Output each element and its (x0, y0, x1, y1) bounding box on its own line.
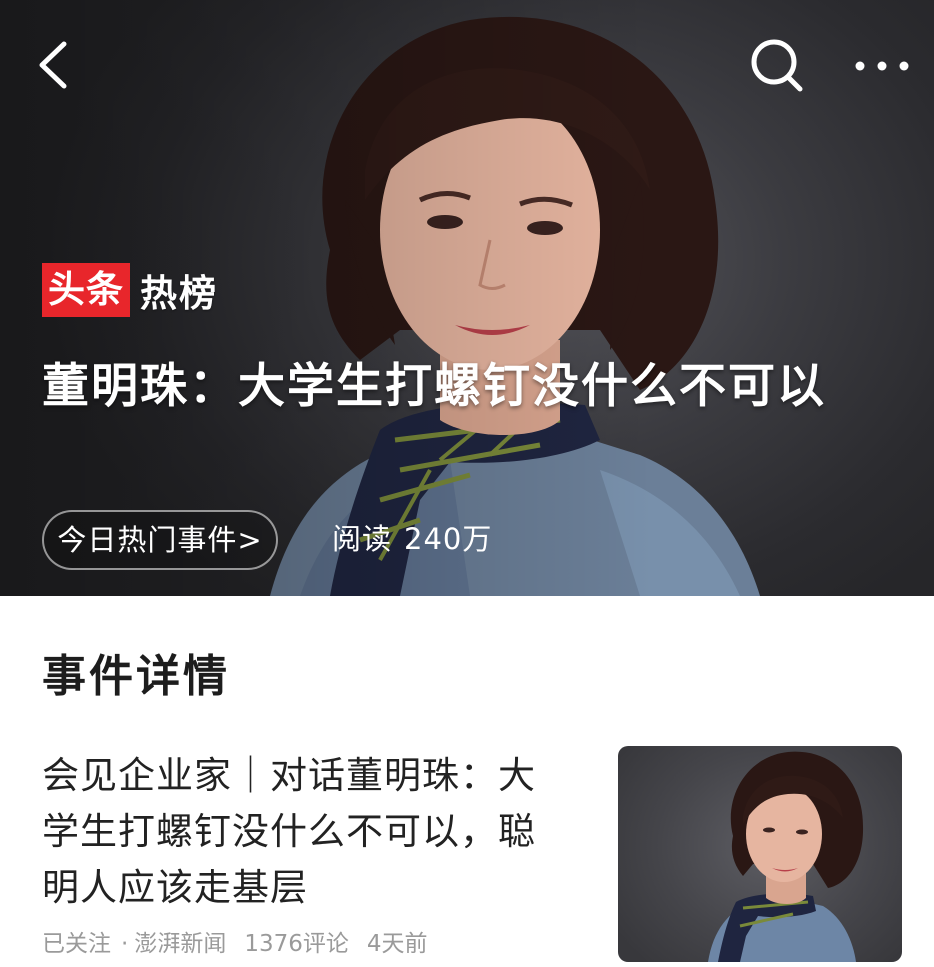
section-title-event-details: 事件详情 (42, 651, 230, 702)
today-hot-events-link[interactable]: 今日热门事件> (42, 510, 278, 570)
news-card-meta: 已关注 · 澎湃新闻 1376评论 4天前 (42, 926, 432, 962)
hero-banner: 头条 热榜 董明珠：大学生打螺钉没什么不可以 今日热门事件> 阅读 240万 (0, 0, 934, 596)
follow-status: 已关注 (42, 931, 111, 957)
hero-title: 董明珠：大学生打螺钉没什么不可以 (42, 359, 826, 414)
search-button[interactable] (744, 34, 808, 94)
read-count-label: 阅读 (332, 522, 393, 556)
news-card-title[interactable]: 会见企业家｜对话董明珠：大学生打螺钉没什么不可以，聪明人应该走基层 (42, 748, 562, 916)
news-source[interactable]: 澎湃新闻 (134, 931, 226, 957)
news-card-thumbnail[interactable] (618, 746, 902, 962)
meta-separator: · (121, 931, 129, 957)
read-count-value: 240万 (404, 522, 493, 556)
news-card[interactable]: 会见企业家｜对话董明珠：大学生打螺钉没什么不可以，聪明人应该走基层 已关注 · 澎湃… (0, 740, 934, 967)
more-dots-icon (855, 61, 909, 71)
hot-list-brand: 头条 热榜 (42, 262, 218, 318)
more-button[interactable] (850, 46, 914, 86)
chevron-left-icon (39, 41, 67, 89)
thumbnail-portrait-image (708, 751, 864, 962)
brand-badge: 头条 (42, 263, 130, 317)
read-count: 阅读 240万 (332, 516, 492, 562)
back-button[interactable] (30, 36, 80, 94)
search-icon (751, 39, 803, 92)
publish-time: 4天前 (366, 931, 428, 957)
brand-text: 热榜 (140, 272, 218, 315)
comment-count: 1376评论 (244, 931, 349, 957)
